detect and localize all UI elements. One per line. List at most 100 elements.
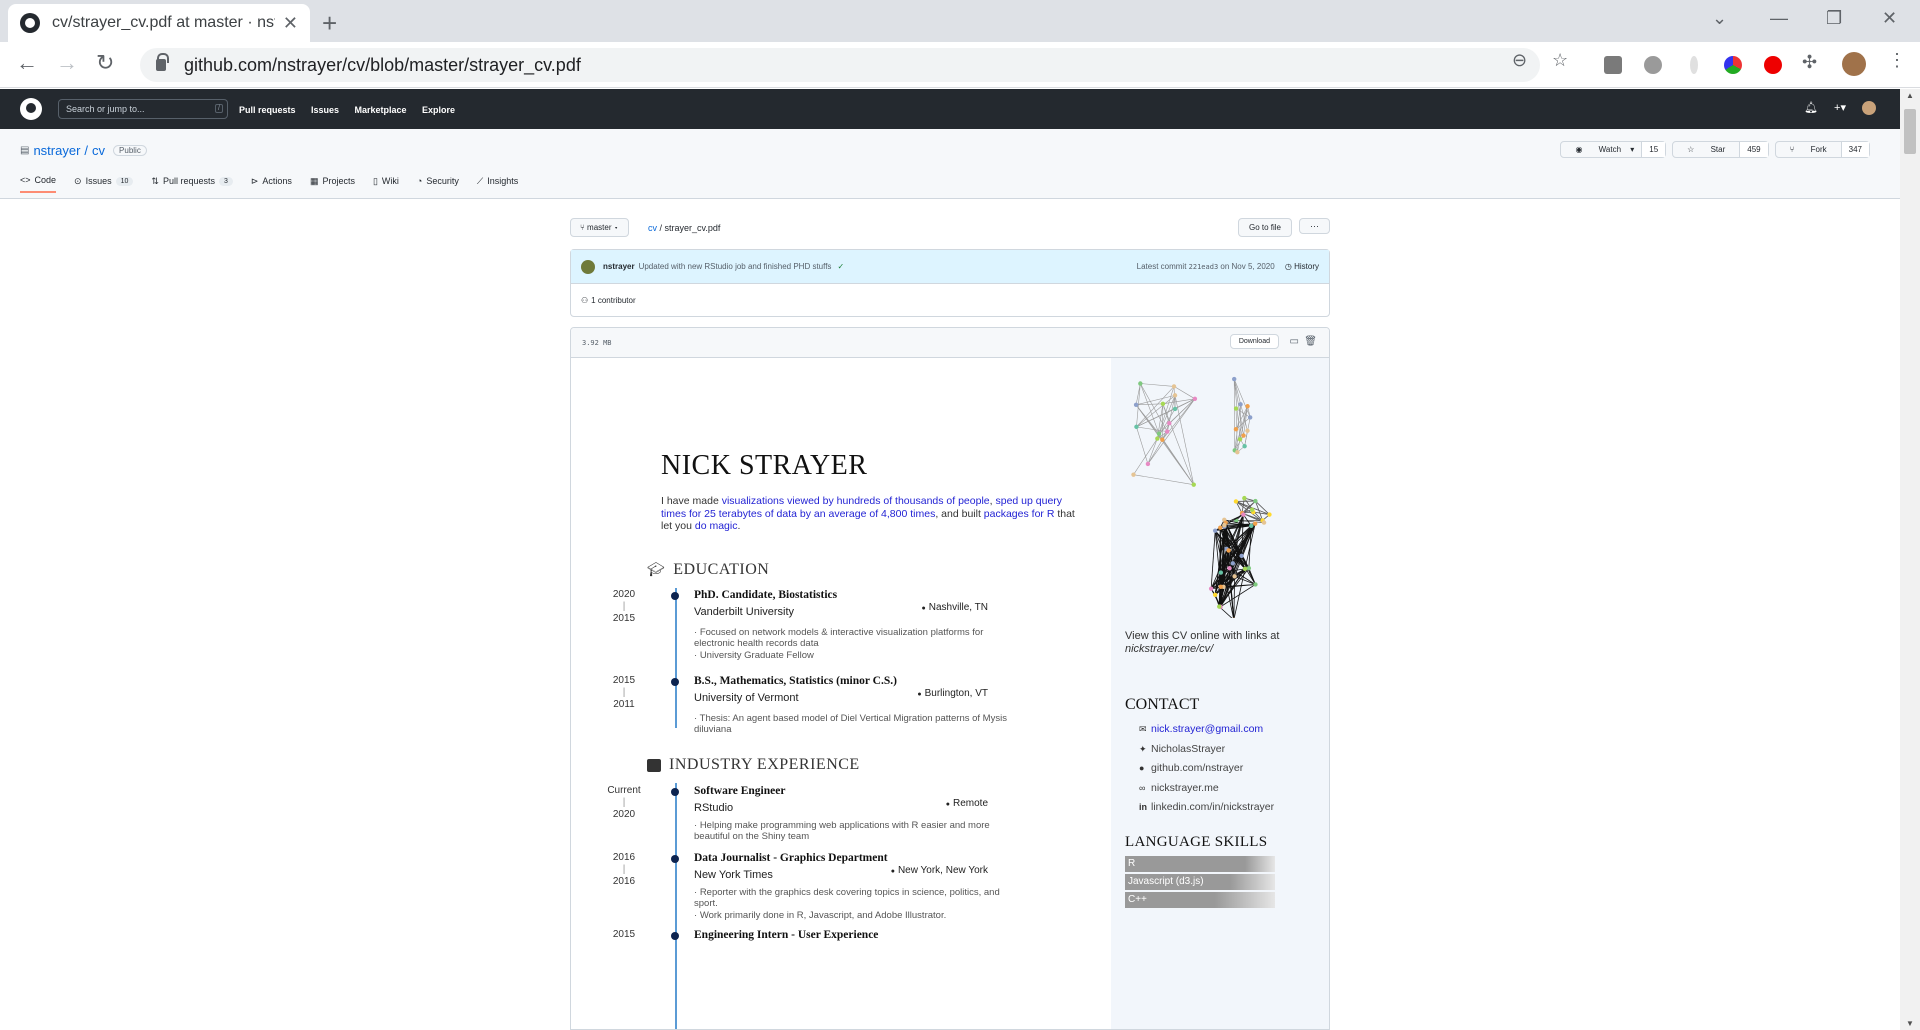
nav-explore[interactable]: Explore — [422, 105, 455, 115]
back-icon[interactable]: ← — [16, 50, 38, 76]
online-link[interactable]: nickstrayer.me/cv/ — [1125, 643, 1213, 655]
color-extension-icon[interactable] — [1724, 56, 1742, 74]
tab-wiki[interactable]: ▯ Wiki — [373, 175, 399, 193]
repo-icon: ▤ — [20, 145, 30, 156]
intro-link-packages[interactable]: packages for R — [984, 508, 1055, 520]
tab-code[interactable]: <> Code — [20, 175, 57, 193]
address-bar[interactable]: github.com/nstrayer/cv/blob/master/stray… — [140, 48, 1540, 82]
timeline-dot — [671, 788, 679, 796]
forward-icon[interactable]: → — [56, 50, 78, 76]
entry-dates: 2016 | 2016 — [612, 852, 636, 887]
browser-tab[interactable]: cv/strayer_cv.pdf at master · nstra ✕ — [8, 4, 310, 42]
user-avatar[interactable] — [1862, 101, 1876, 115]
intro-link-visualizations[interactable]: visualizations viewed by hundreds of tho… — [722, 495, 990, 507]
entry-org: New York Times — [694, 869, 773, 881]
branch-select[interactable]: ⑂ master ▾ — [570, 218, 629, 237]
contact-email: ✉ nick.strayer@gmail.com — [1139, 720, 1274, 740]
star-button[interactable]: ☆ Star 459 — [1672, 141, 1769, 158]
network-node — [1235, 449, 1240, 455]
code-icon: <> — [20, 175, 31, 185]
network-edge — [1233, 378, 1251, 418]
pull-requests-counter: 3 — [218, 176, 233, 186]
create-new-icon[interactable]: +▾ — [1834, 101, 1846, 115]
puzzle-icon[interactable]: ✣ — [1802, 52, 1817, 73]
trash-icon[interactable]: 🗑︎ — [1304, 336, 1317, 347]
repo-name-link[interactable]: cv — [92, 143, 105, 158]
watch-label: ◉ Watch ▾ — [1561, 142, 1641, 157]
tab-actions[interactable]: ⊳ Actions — [251, 175, 292, 193]
github-logo-icon[interactable] — [20, 98, 42, 120]
tab-projects[interactable]: ▦ Projects — [310, 175, 355, 193]
fork-button[interactable]: ⑂ Fork 347 — [1774, 141, 1870, 158]
tab-issues[interactable]: ⊙ Issues 10 — [74, 175, 134, 193]
recycle-extension-icon[interactable] — [1604, 56, 1622, 74]
restore-icon[interactable]: ❐ — [1826, 8, 1842, 29]
profile-avatar[interactable] — [1842, 52, 1866, 76]
education-timeline — [675, 588, 677, 728]
network-edge — [1135, 383, 1141, 405]
commit-author[interactable]: nstrayer — [603, 262, 635, 271]
new-tab-icon[interactable]: + — [322, 8, 337, 39]
twitter-icon: ✦ — [1139, 743, 1147, 754]
page-scrollbar[interactable]: ▲ ▼ — [1900, 89, 1920, 1030]
network-node — [1241, 433, 1246, 438]
bullet-item: · University Graduate Fellow — [694, 650, 814, 661]
bolt-extension-icon[interactable] — [1690, 56, 1698, 74]
menu-kebab-icon[interactable]: ⋮ — [1888, 50, 1906, 71]
desktop-icon[interactable]: ▭ — [1290, 336, 1299, 347]
nav-marketplace[interactable]: Marketplace — [354, 105, 406, 115]
author-avatar[interactable] — [581, 259, 595, 274]
minimize-icon[interactable]: — — [1770, 8, 1788, 29]
tab-pull-requests[interactable]: ⇅ Pull requests 3 — [151, 175, 233, 193]
network-node — [1226, 548, 1231, 553]
zoom-icon[interactable]: ⊖ — [1512, 50, 1527, 71]
tab-search-icon[interactable]: ⌄ — [1712, 8, 1727, 29]
star-count: 459 — [1739, 142, 1768, 157]
history-link[interactable]: ◷ History — [1285, 262, 1319, 271]
check-icon[interactable]: ✓ — [837, 262, 844, 271]
repo-owner-link[interactable]: nstrayer — [33, 143, 80, 158]
scroll-thumb[interactable] — [1904, 109, 1916, 154]
commit-meta: Latest commit 221ead3 on Nov 5, 2020 ◷ H… — [1137, 262, 1319, 271]
header-right: 🔔︎ +▾ — [1804, 101, 1876, 115]
education-title: 🎓︎ EDUCATION — [647, 561, 770, 578]
reload-icon[interactable]: ↻ — [96, 50, 114, 76]
bullet-item: · Reporter with the graphics desk coveri… — [694, 887, 1000, 909]
visibility-badge: Public — [113, 145, 147, 156]
network-node — [1247, 415, 1253, 420]
commit-message[interactable]: Updated with new RStudio job and finishe… — [639, 262, 832, 271]
gear-extension-icon[interactable] — [1644, 56, 1662, 74]
close-window-icon[interactable]: ✕ — [1882, 8, 1897, 29]
close-tab-icon[interactable]: ✕ — [283, 13, 298, 34]
commit-sha[interactable]: 221ead3 — [1189, 263, 1219, 271]
watch-button[interactable]: ◉ Watch ▾ 15 — [1560, 141, 1667, 158]
entry-dates: 2015 | 2011 — [612, 675, 636, 710]
notification-bell-icon[interactable]: 🔔︎ — [1804, 101, 1818, 115]
repo-title: ▤ nstrayer / cv Public — [20, 143, 147, 158]
nav-issues[interactable]: Issues — [311, 105, 339, 115]
more-options-button[interactable]: ··· — [1299, 218, 1330, 234]
bullet-item: · Helping make programming web applicati… — [694, 820, 990, 842]
bookmark-star-icon[interactable]: ☆ — [1552, 50, 1568, 71]
contributors-row[interactable]: ⚇ 1 contributor — [571, 284, 1329, 317]
bullet-item: · Focused on network models & interactiv… — [694, 627, 984, 649]
entry-bullets: · Helping make programming web applicati… — [694, 820, 1014, 843]
breadcrumb-repo-link[interactable]: cv — [648, 223, 657, 233]
scroll-up-icon[interactable]: ▲ — [1906, 91, 1914, 100]
repo-actions: ◉ Watch ▾ 15 ☆ Star 459 ⑂ Fork 347 — [1560, 141, 1870, 158]
go-to-file-button[interactable]: Go to file — [1237, 218, 1292, 237]
network-node — [1165, 429, 1170, 434]
repo-tabs: <> Code ⊙ Issues 10 ⇅ Pull requests 3 ⊳ Action… — [20, 175, 518, 193]
network-edge — [1173, 386, 1196, 400]
search-input[interactable]: Search or jump to... / — [58, 99, 228, 119]
industry-timeline — [675, 783, 677, 1029]
download-button[interactable]: Download — [1229, 334, 1279, 349]
nav-pull-requests[interactable]: Pull requests — [239, 105, 296, 115]
opera-extension-icon[interactable] — [1764, 56, 1782, 74]
tab-security[interactable]: ◔ Security — [417, 175, 459, 193]
intro-link-magic[interactable]: do magic — [695, 520, 738, 532]
scroll-down-icon[interactable]: ▼ — [1906, 1019, 1914, 1028]
online-note: View this CV online with links at nickst… — [1125, 630, 1279, 656]
tab-insights[interactable]: ⟋ Insights — [477, 175, 518, 193]
network-node — [1253, 582, 1258, 587]
